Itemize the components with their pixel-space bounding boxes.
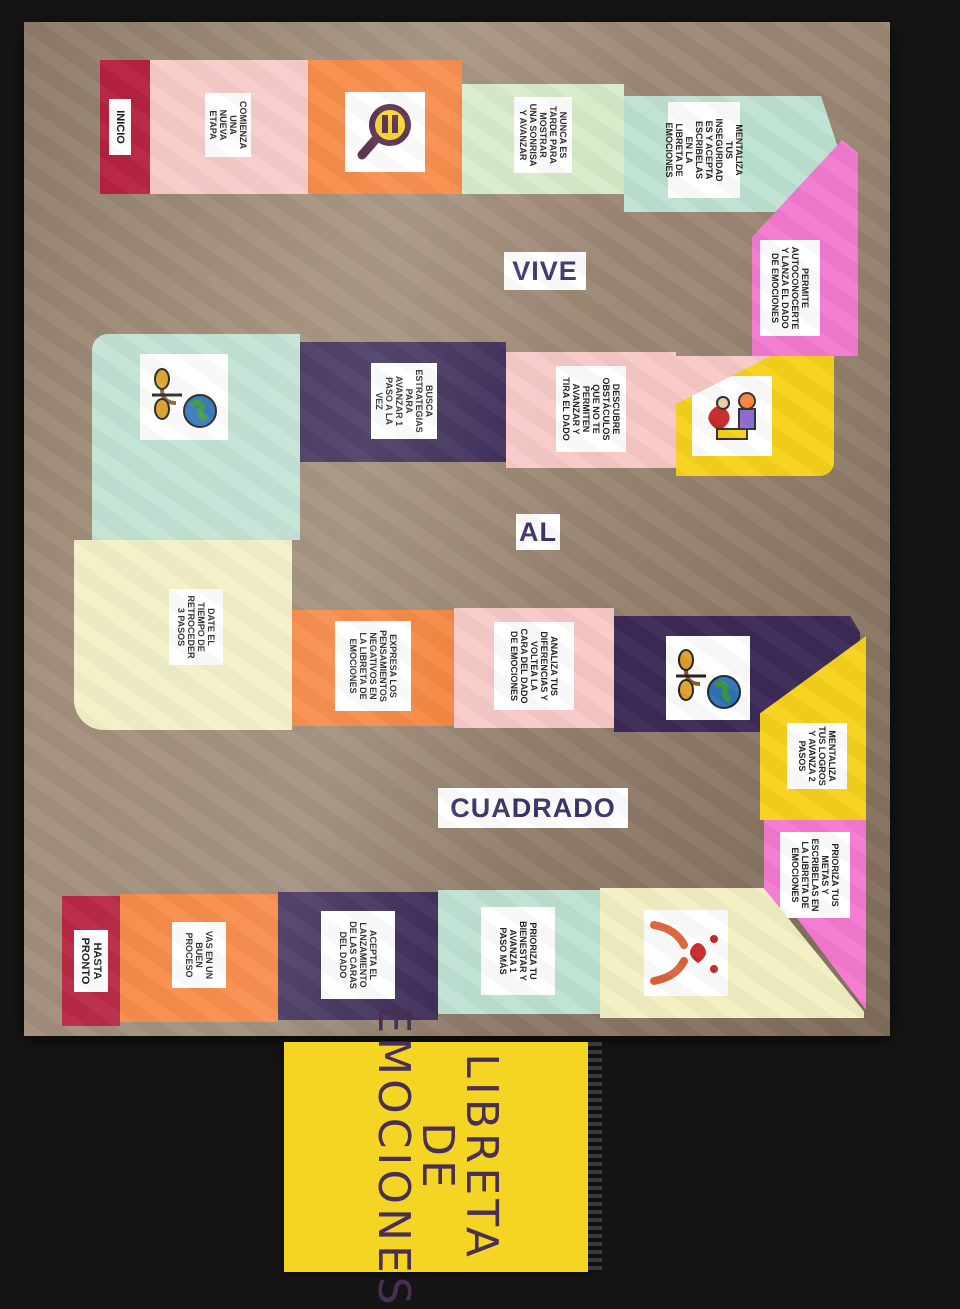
title-word-al: AL xyxy=(516,514,560,550)
square-10-label: DATE EL TIEMPO DE RETROCEDER 3 PASOS xyxy=(169,589,223,665)
end-square[interactable]: HASTA PRONTO xyxy=(62,896,120,1026)
square-15-label: PRIORIZA TUS METAS Y ESCRIBELAS EN LA LI… xyxy=(780,832,850,918)
notebook-title-line-1: LIBRETA xyxy=(456,1053,507,1261)
title-word-vive: VIVE xyxy=(504,252,586,290)
square-1-label: COMIENZA UNA NUEVA ETAPA xyxy=(205,93,251,157)
square-11[interactable]: EXPRESA LOS PENSAMIENTOS NEGATIVOS EN LA… xyxy=(292,610,454,726)
square-2[interactable] xyxy=(308,60,462,194)
notebook-title-line-2: DE xyxy=(412,1122,463,1192)
square-7[interactable]: DESCUBRE OBSTÁCULOS QUE NO TE PERMITEN A… xyxy=(506,352,676,468)
square-17[interactable]: PRIORIZA TU BIENESTAR Y AVANZA 1 PASO MÁ… xyxy=(438,890,600,1014)
world-growth-icon xyxy=(676,649,741,709)
start-square[interactable]: INICIO xyxy=(100,60,150,194)
square-11-label: EXPRESA LOS PENSAMIENTOS NEGATIVOS EN LA… xyxy=(335,621,411,711)
square-3-label: NUNCA ES TARDE PARA MOSTRAR UNA SONRISA … xyxy=(514,97,572,173)
people-heart-icon xyxy=(708,392,756,440)
start-label: INICIO xyxy=(109,99,131,155)
left-connector xyxy=(92,472,208,542)
square-4[interactable]: MENTALIZA TUS INSEGURIDAD ES Y ACEPTA ES… xyxy=(624,96,772,212)
square-8[interactable]: BUSCA ESTRATEGIAS PARA AVANZAR 1 PASO A … xyxy=(300,342,506,462)
square-1[interactable]: COMIENZA UNA NUEVA ETAPA xyxy=(150,60,308,194)
notebook-title-line-3: EMOCIONES xyxy=(368,1005,419,1309)
square-7-label: DESCUBRE OBSTÁCULOS QUE NO TE PERMITEN A… xyxy=(556,366,626,452)
square-17-label: PRIORIZA TU BIENESTAR Y AVANZA 1 PASO MÁ… xyxy=(481,907,555,995)
square-12-label: ANALIZA TUS DIFERENCIAS Y VOLTEA LA CARA… xyxy=(494,622,574,710)
notebook-title: LIBRETA DE EMOCIONES xyxy=(284,1005,590,1308)
square-3[interactable]: NUNCA ES TARDE PARA MOSTRAR UNA SONRISA … xyxy=(462,84,624,194)
square-19-label: VAS EN UN BUEN PROCESO xyxy=(172,922,226,988)
notebook-spiral xyxy=(588,1042,602,1272)
square-18[interactable]: ACEPTA EL LANZAMIENTO DE LAS CARAS DEL D… xyxy=(278,892,438,1020)
square-16-icon xyxy=(644,910,728,996)
hands-heart-icon xyxy=(650,921,718,985)
square-13-icon xyxy=(666,636,750,720)
square-2-icon xyxy=(345,92,425,172)
square-19[interactable]: VAS EN UN BUEN PROCESO xyxy=(120,894,278,1022)
square-9-icon xyxy=(140,354,228,440)
square-4-label: MENTALIZA TUS INSEGURIDAD ES Y ACEPTA ES… xyxy=(664,102,744,198)
title-word-cuadrado: CUADRADO xyxy=(438,788,628,828)
square-8-label: BUSCA ESTRATEGIAS PARA AVANZAR 1 PASO A … xyxy=(371,363,437,439)
square-18-label: ACEPTA EL LANZAMIENTO DE LAS CARAS DEL D… xyxy=(321,911,395,999)
world-growth-icon xyxy=(152,368,217,428)
end-label: HASTA PRONTO xyxy=(74,930,108,992)
notebook[interactable]: LIBRETA DE EMOCIONES xyxy=(284,1005,590,1309)
square-14-label: MENTALIZA TUS LOGROS Y AVANZA 2 PASOS xyxy=(787,723,847,789)
magnifier-icon xyxy=(357,104,411,160)
square-10[interactable]: DATE EL TIEMPO DE RETROCEDER 3 PASOS xyxy=(74,540,292,730)
square-12[interactable]: ANALIZA TUS DIFERENCIAS Y VOLTEA LA CARA… xyxy=(454,608,614,728)
square-5-label: PERMITE AUTOCONOCERTE Y LANZA EL DADO DE… xyxy=(760,240,820,336)
game-board: INICIO COMIENZA UNA NUEVA ETAPA NUNCA ES… xyxy=(24,22,890,1036)
